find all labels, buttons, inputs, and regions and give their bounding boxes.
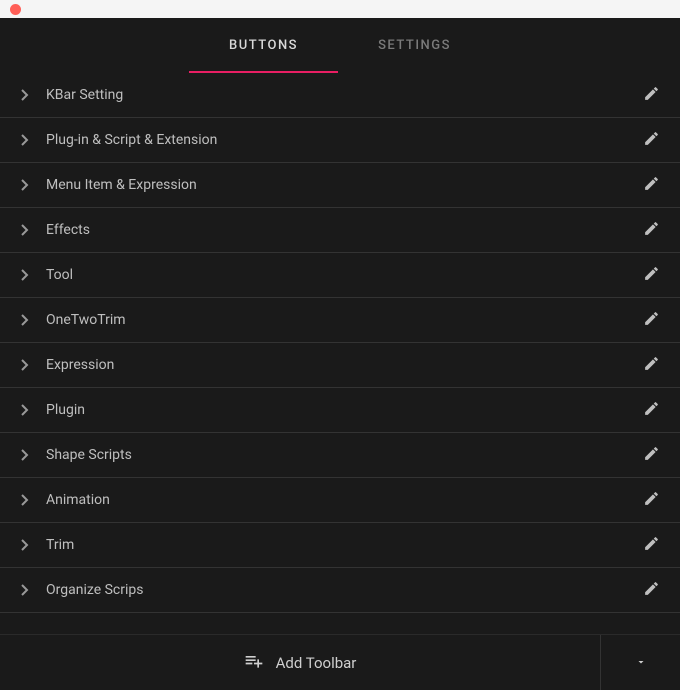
pencil-icon [643, 130, 660, 151]
tab-settings-label: SETTINGS [378, 38, 451, 53]
edit-button[interactable] [640, 489, 662, 511]
list-item-label: Organize Scrips [46, 582, 640, 598]
pencil-icon [643, 85, 660, 106]
list-item-label: Animation [46, 492, 640, 508]
list-item[interactable]: Menu Item & Expression [0, 163, 680, 208]
tabs: BUTTONS SETTINGS [0, 18, 680, 73]
chevron-right-icon [18, 583, 32, 597]
chevron-right-icon [18, 313, 32, 327]
edit-button[interactable] [640, 219, 662, 241]
pencil-icon [643, 310, 660, 331]
list-item-label: Trim [46, 537, 640, 553]
pencil-icon [643, 445, 660, 466]
tab-buttons[interactable]: BUTTONS [189, 18, 338, 73]
tab-settings[interactable]: SETTINGS [338, 18, 491, 73]
list-item-label: OneTwoTrim [46, 312, 640, 328]
close-window-button[interactable] [10, 4, 21, 15]
list-item[interactable]: Expression [0, 343, 680, 388]
edit-button[interactable] [640, 309, 662, 331]
list-item-label: Tool [46, 267, 640, 283]
footer-dropdown-button[interactable] [600, 635, 680, 690]
chevron-right-icon [18, 133, 32, 147]
list-item-label: Plug-in & Script & Extension [46, 132, 640, 148]
chevron-right-icon [18, 223, 32, 237]
edit-button[interactable] [640, 579, 662, 601]
edit-button[interactable] [640, 174, 662, 196]
chevron-right-icon [18, 358, 32, 372]
list-item-label: Expression [46, 357, 640, 373]
edit-button[interactable] [640, 534, 662, 556]
list-item-label: Plugin [46, 402, 640, 418]
edit-button[interactable] [640, 129, 662, 151]
edit-button[interactable] [640, 264, 662, 286]
titlebar [0, 0, 680, 18]
list-item[interactable]: Plug-in & Script & Extension [0, 118, 680, 163]
pencil-icon [643, 490, 660, 511]
toolbar-list: KBar Setting Plug-in & Script & Extension… [0, 73, 680, 613]
edit-button[interactable] [640, 354, 662, 376]
list-item-label: KBar Setting [46, 87, 640, 103]
add-toolbar-button[interactable]: Add Toolbar [0, 635, 600, 690]
pencil-icon [643, 400, 660, 421]
list-item[interactable]: Shape Scripts [0, 433, 680, 478]
edit-button[interactable] [640, 444, 662, 466]
edit-button[interactable] [640, 84, 662, 106]
chevron-right-icon [18, 178, 32, 192]
list-item-label: Effects [46, 222, 640, 238]
pencil-icon [643, 535, 660, 556]
footer: Add Toolbar [0, 634, 680, 690]
chevron-right-icon [18, 538, 32, 552]
list-item[interactable]: Organize Scrips [0, 568, 680, 613]
edit-button[interactable] [640, 399, 662, 421]
chevron-right-icon [18, 448, 32, 462]
list-item[interactable]: OneTwoTrim [0, 298, 680, 343]
chevron-right-icon [18, 493, 32, 507]
list-item-label: Menu Item & Expression [46, 177, 640, 193]
list-item[interactable]: Plugin [0, 388, 680, 433]
list-item[interactable]: KBar Setting [0, 73, 680, 118]
chevron-right-icon [18, 268, 32, 282]
playlist-add-icon [244, 651, 264, 675]
list-item-label: Shape Scripts [46, 447, 640, 463]
list-item[interactable]: Effects [0, 208, 680, 253]
pencil-icon [643, 580, 660, 601]
chevron-right-icon [18, 88, 32, 102]
tab-buttons-label: BUTTONS [229, 38, 298, 53]
add-toolbar-label: Add Toolbar [276, 654, 357, 672]
list-item[interactable]: Trim [0, 523, 680, 568]
list-item[interactable]: Tool [0, 253, 680, 298]
pencil-icon [643, 175, 660, 196]
caret-down-icon [635, 653, 647, 672]
pencil-icon [643, 220, 660, 241]
pencil-icon [643, 355, 660, 376]
list-item[interactable]: Animation [0, 478, 680, 523]
pencil-icon [643, 265, 660, 286]
chevron-right-icon [18, 403, 32, 417]
